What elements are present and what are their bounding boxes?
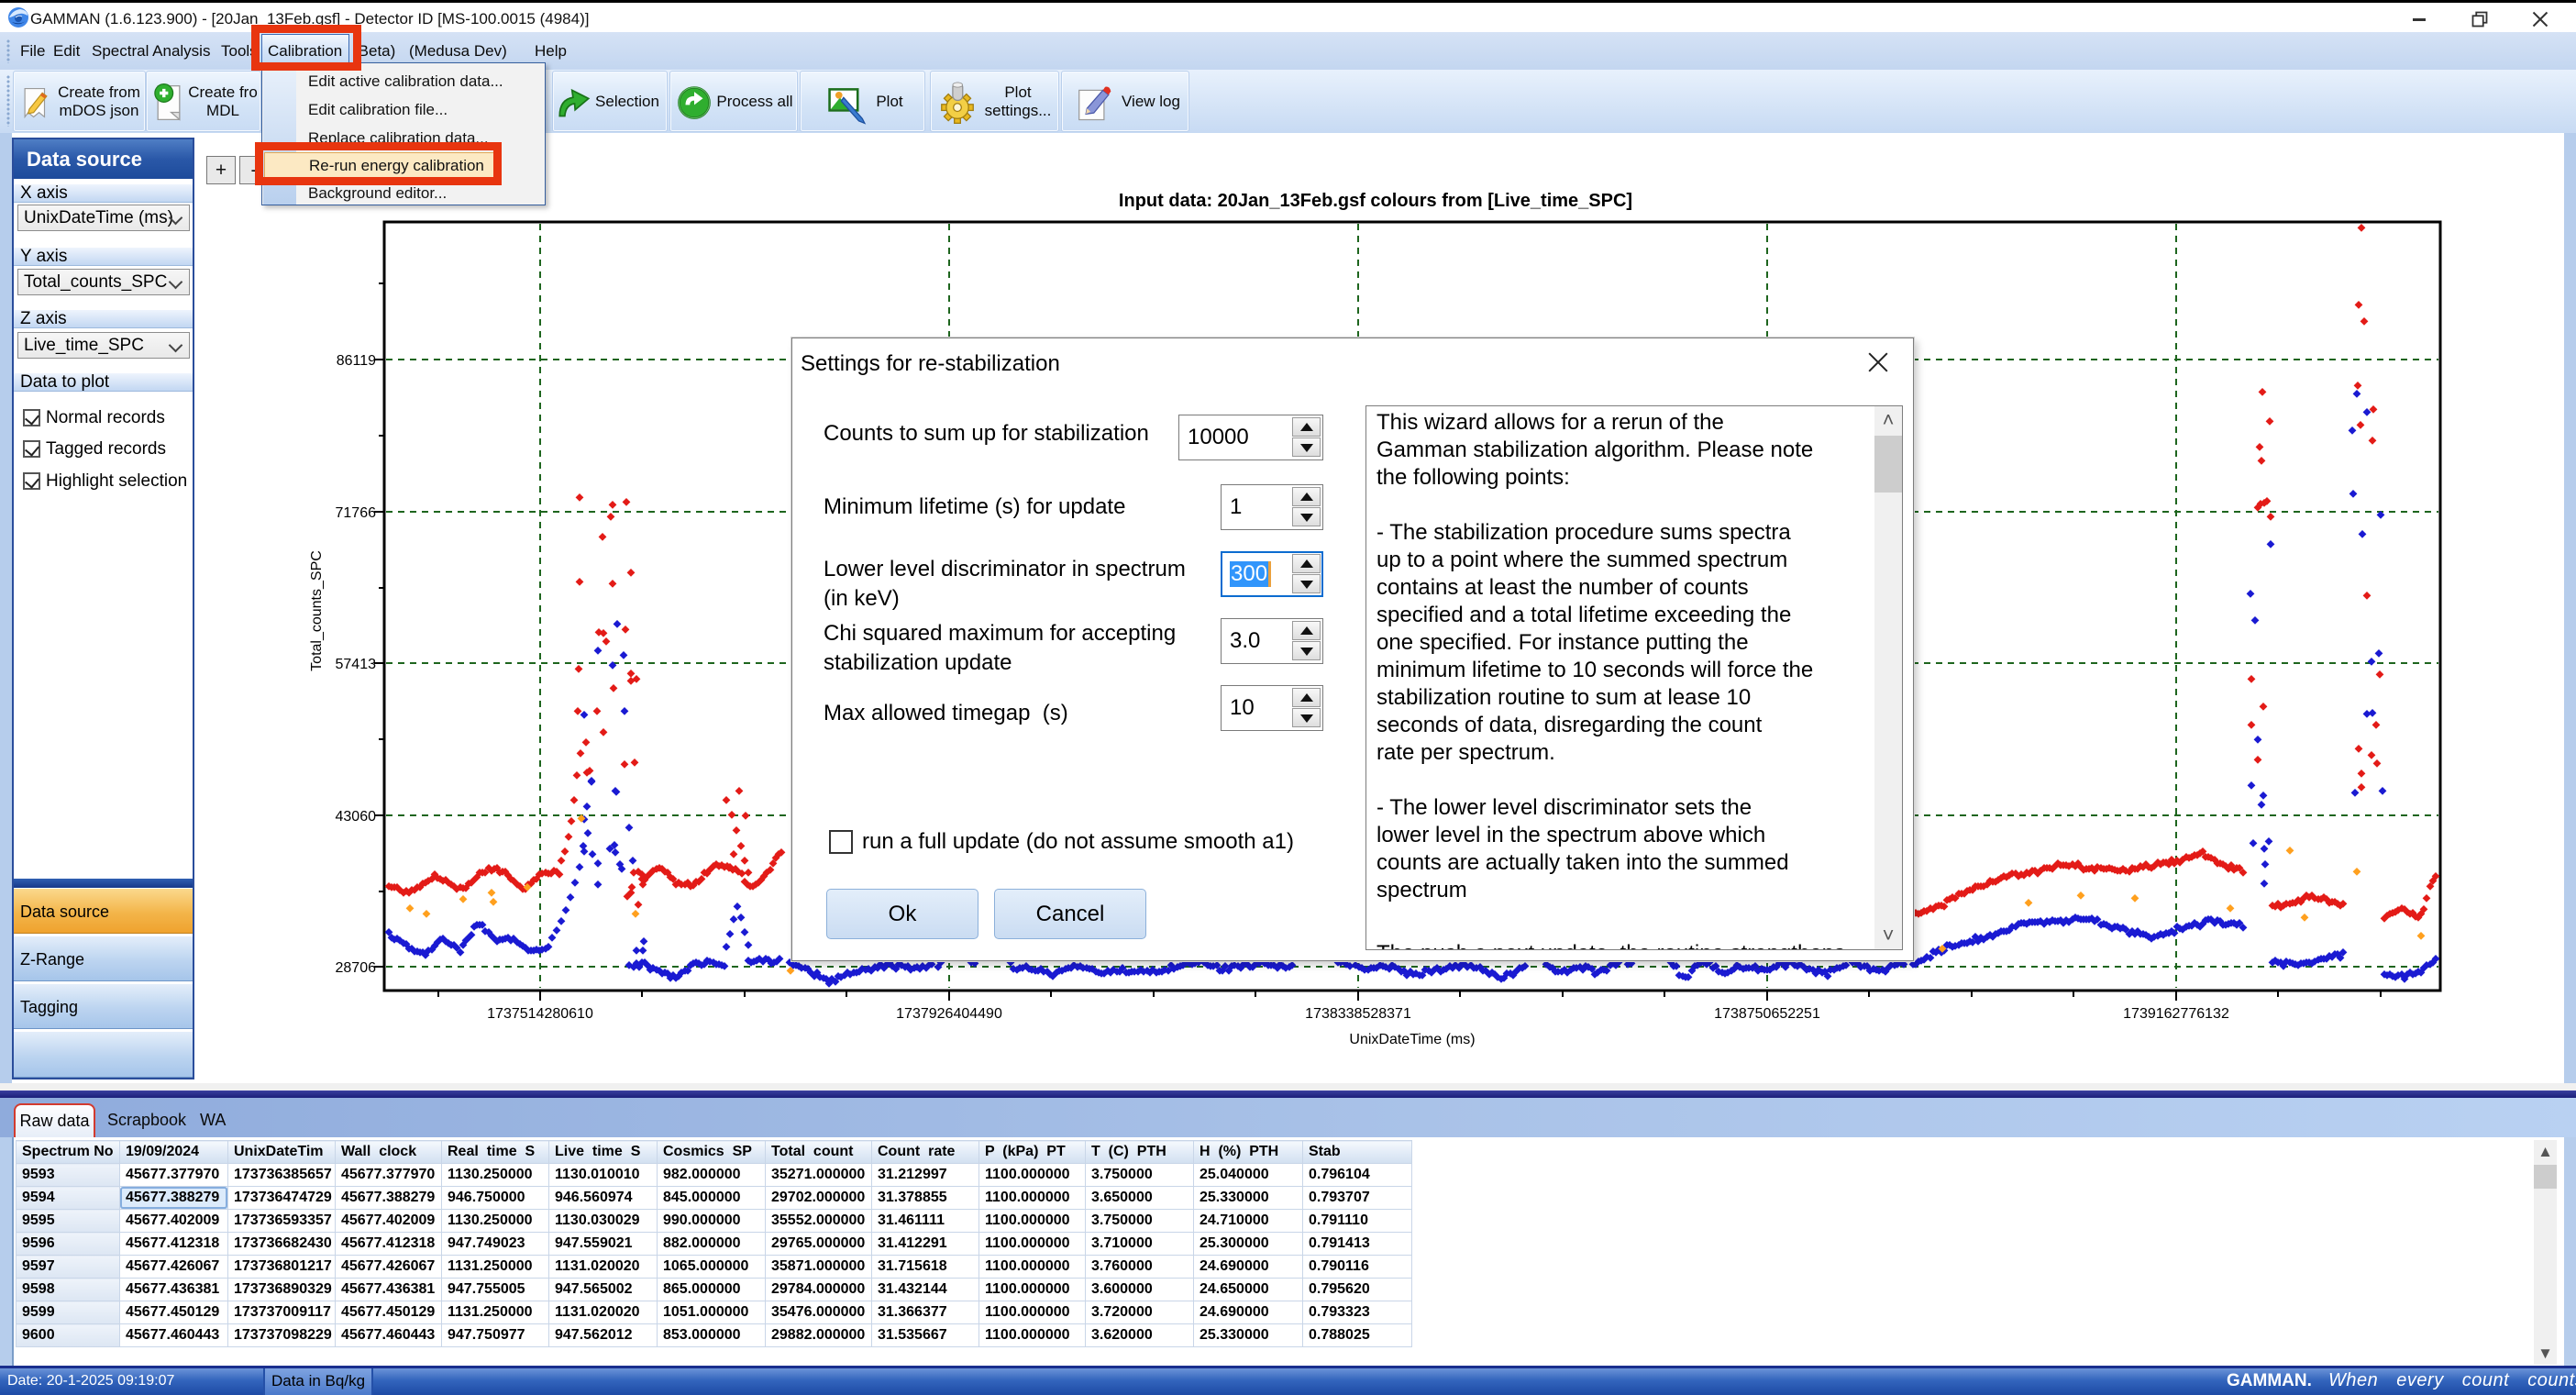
svg-text:28706: 28706 <box>336 960 377 976</box>
svg-text:86119: 86119 <box>337 353 376 369</box>
svg-text:1738750652251: 1738750652251 <box>1714 1006 1820 1022</box>
svg-text:43060: 43060 <box>336 809 377 825</box>
svg-text:71766: 71766 <box>336 505 377 521</box>
svg-text:1739162776132: 1739162776132 <box>2123 1006 2229 1022</box>
svg-text:Total_counts_SPC: Total_counts_SPC <box>309 550 325 671</box>
svg-text:Input data: 20Jan_13Feb.gsf co: Input data: 20Jan_13Feb.gsf colours from… <box>1119 191 1632 211</box>
svg-text:1737514280610: 1737514280610 <box>487 1006 593 1022</box>
svg-text:UnixDateTime (ms): UnixDateTime (ms) <box>1349 1032 1475 1047</box>
svg-text:57413: 57413 <box>336 657 377 672</box>
svg-text:1737926404490: 1737926404490 <box>896 1006 1002 1022</box>
svg-text:1738338528371: 1738338528371 <box>1305 1006 1411 1022</box>
